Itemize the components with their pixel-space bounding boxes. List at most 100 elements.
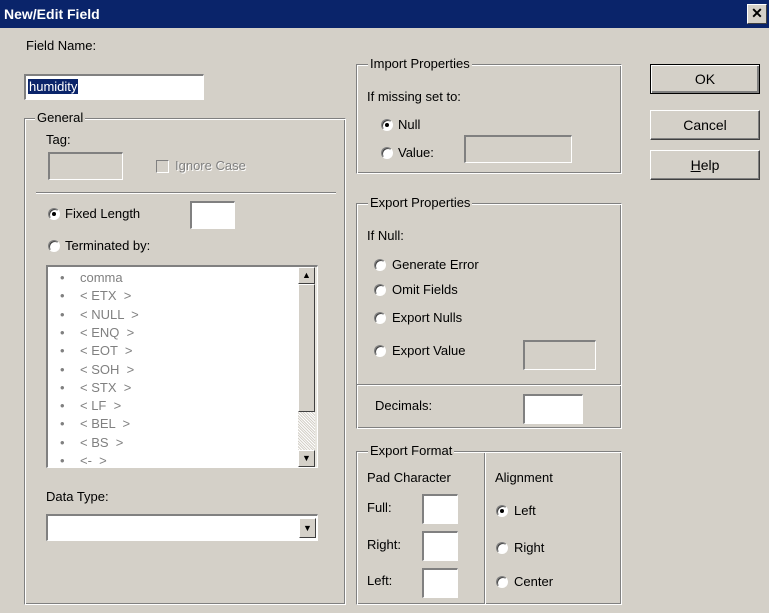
terminated-by-label: Terminated by:: [65, 238, 151, 253]
terminator-label: < BEL >: [80, 416, 131, 432]
import-properties-legend: Import Properties: [368, 56, 472, 71]
alignment-title: Alignment: [495, 470, 553, 485]
terminator-item[interactable]: • < ETX >: [60, 288, 131, 303]
data-type-select[interactable]: ▼: [46, 514, 318, 541]
align-center-radio[interactable]: [496, 576, 508, 588]
chevron-down-icon: ▼: [303, 523, 312, 533]
export-nulls-radio[interactable]: [374, 312, 386, 324]
terminator-item[interactable]: • < NULL >: [60, 307, 139, 322]
export-nulls-label: Export Nulls: [392, 310, 463, 325]
scroll-thumb[interactable]: [298, 284, 315, 412]
import-null-radio[interactable]: [381, 119, 393, 131]
pad-character-title: Pad Character: [367, 470, 451, 485]
align-right-label: Right: [514, 540, 545, 555]
close-button[interactable]: ✕: [747, 4, 767, 24]
help-button-label: elp: [700, 157, 720, 173]
terminator-label: comma: [80, 270, 123, 285]
bullet-icon: •: [60, 379, 65, 395]
fixed-length-label: Fixed Length: [65, 206, 141, 221]
pad-left-input[interactable]: [422, 568, 458, 598]
pad-left-label: Left:: [367, 573, 393, 588]
terminators-list[interactable]: • comma • < ETX > • < NULL > • < ENQ > • < EOT > •…: [46, 265, 318, 468]
align-left-label: Left: [514, 503, 536, 518]
bullet-icon: •: [60, 288, 65, 304]
omit-fields-label: Omit Fields: [392, 282, 458, 297]
terminator-label: <- >: [80, 453, 107, 468]
bullet-icon: •: [60, 343, 65, 359]
bullet-icon: •: [60, 361, 65, 377]
terminator-item[interactable]: • <- >: [60, 453, 107, 468]
title-bar: New/Edit Field ✕: [0, 0, 769, 28]
pad-right-label: Right:: [367, 537, 401, 552]
terminator-item[interactable]: • < BS >: [60, 435, 123, 450]
scroll-up-icon: ▲: [302, 270, 311, 280]
export-properties-legend: Export Properties: [368, 195, 473, 210]
window-title: New/Edit Field: [4, 6, 100, 22]
decimals-label: Decimals:: [375, 398, 433, 413]
bullet-icon: •: [60, 306, 65, 322]
pad-full-label: Full:: [367, 500, 392, 515]
generate-error-radio[interactable]: [374, 259, 386, 271]
data-type-dropdown-button[interactable]: ▼: [299, 518, 316, 538]
ok-button-label: OK: [694, 71, 716, 87]
terminator-item[interactable]: • < SOH >: [60, 362, 134, 377]
general-legend: General: [35, 110, 86, 125]
terminator-label: < STX >: [80, 379, 132, 395]
terminator-label: < LF >: [80, 398, 122, 414]
help-button-mnemonic: H: [690, 157, 701, 173]
ignore-case-checkbox[interactable]: [156, 160, 169, 173]
terminator-label: < BS >: [80, 434, 124, 450]
terminator-label: < ENQ >: [80, 324, 135, 340]
pad-full-input[interactable]: [422, 494, 458, 524]
list-scrollbar[interactable]: ▲ ▼: [298, 267, 317, 467]
export-value-label: Export Value: [392, 343, 466, 358]
new-edit-field-dialog: New/Edit Field ✕ Field Name: humidity Ge…: [0, 0, 769, 613]
help-button[interactable]: Help: [650, 150, 760, 180]
bullet-icon: •: [60, 453, 65, 468]
terminator-item[interactable]: • comma: [60, 270, 123, 285]
bullet-icon: •: [60, 270, 65, 285]
export-value-radio[interactable]: [374, 345, 386, 357]
terminator-label: < ETX >: [80, 288, 132, 304]
terminator-item[interactable]: • < LF >: [60, 398, 121, 413]
align-center-label: Center: [514, 574, 554, 589]
scroll-down-icon: ▼: [302, 453, 311, 463]
terminator-item[interactable]: • < STX >: [60, 380, 131, 395]
scroll-up-button[interactable]: ▲: [298, 267, 315, 284]
bullet-icon: •: [60, 324, 65, 340]
terminator-item[interactable]: • < BEL >: [60, 416, 130, 431]
import-subtitle: If missing set to:: [367, 89, 461, 104]
field-name-label: Field Name:: [26, 38, 97, 53]
cancel-button-label: Cancel: [683, 117, 727, 133]
export-value-input: [523, 340, 596, 370]
export-subtitle: If Null:: [367, 228, 404, 243]
fixed-length-input[interactable]: [190, 201, 235, 229]
import-value-radio[interactable]: [381, 147, 393, 159]
cancel-button[interactable]: Cancel: [650, 110, 760, 140]
export-divider: [357, 384, 621, 386]
terminator-label: < SOH >: [80, 361, 135, 377]
ok-button[interactable]: OK: [650, 64, 760, 94]
terminator-item[interactable]: • < EOT >: [60, 343, 133, 358]
pad-right-input[interactable]: [422, 531, 458, 561]
scroll-track[interactable]: [298, 412, 315, 450]
scroll-down-button[interactable]: ▼: [298, 450, 315, 467]
import-null-label: Null: [398, 117, 421, 132]
generate-error-label: Generate Error: [392, 257, 479, 272]
terminator-label: < EOT >: [80, 343, 133, 359]
align-left-radio[interactable]: [496, 505, 508, 517]
terminator-item[interactable]: • < ENQ >: [60, 325, 134, 340]
export-format-legend: Export Format: [368, 443, 455, 458]
close-icon: ✕: [751, 5, 763, 21]
general-divider: [36, 192, 336, 194]
fixed-length-radio[interactable]: [48, 208, 60, 220]
decimals-input[interactable]: [523, 394, 583, 424]
terminated-by-radio[interactable]: [48, 240, 60, 252]
ignore-case-label: Ignore Case: [175, 158, 246, 173]
omit-fields-radio[interactable]: [374, 284, 386, 296]
tag-label: Tag:: [46, 132, 71, 147]
align-right-radio[interactable]: [496, 542, 508, 554]
field-name-input[interactable]: humidity: [24, 74, 204, 100]
bullet-icon: •: [60, 398, 65, 414]
import-value-label: Value:: [398, 145, 434, 160]
